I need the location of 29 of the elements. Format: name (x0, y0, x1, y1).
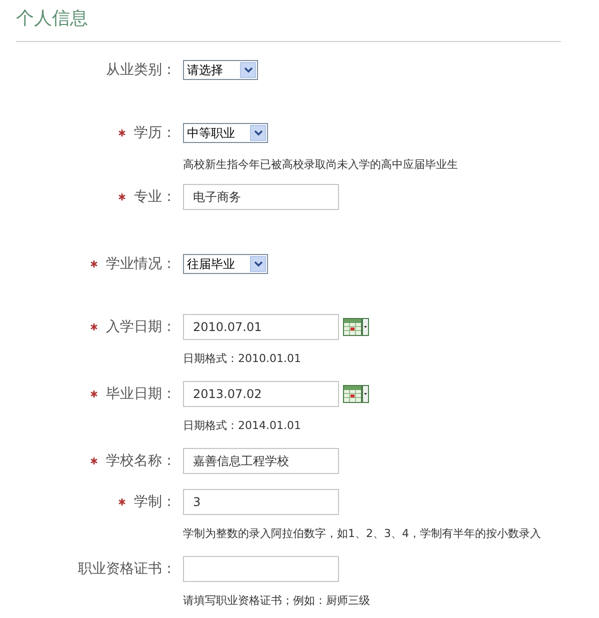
hint-text: 高校新生指今年已被高校录取尚未入学的高中应届毕业生 (183, 157, 459, 172)
field-label: 学业情况： (106, 255, 176, 273)
dropdown[interactable]: 往届毕业 (183, 254, 268, 274)
dropdown[interactable]: 请选择 (183, 60, 258, 80)
hint-text: 学制为整数的录入阿拉伯数字，如1、2、3、4，学制有半年的按小数录入 (183, 526, 542, 541)
dropdown[interactable]: 中等职业 (183, 123, 268, 143)
input-field[interactable]: 2010.07.01 (183, 314, 339, 340)
chevron-down-icon[interactable] (240, 62, 256, 78)
input-field[interactable]: 电子商务 (183, 184, 339, 210)
calendar-icon[interactable] (343, 318, 369, 336)
field-label: 职业资格证书： (78, 560, 176, 578)
field-label: 从业类别： (106, 61, 176, 79)
hint-text: 请填写职业资格证书；例如：厨师三级 (183, 593, 371, 608)
chevron-down-icon[interactable] (250, 256, 266, 272)
field-label: 学历： (134, 124, 176, 142)
chevron-down-icon[interactable] (250, 125, 266, 141)
hint-text: 日期格式：2010.01.01 (183, 351, 302, 366)
input-field[interactable]: 3 (183, 489, 339, 515)
field-label: 毕业日期： (106, 385, 176, 403)
input-field[interactable]: 嘉善信息工程学校 (183, 448, 339, 474)
calendar-icon[interactable] (343, 385, 369, 403)
field-label: 学制： (134, 493, 176, 511)
field-label: 专业： (134, 188, 176, 206)
field-label: 入学日期： (106, 318, 176, 336)
section-title: 个人信息 (16, 7, 88, 30)
field-label: 学校名称： (106, 452, 176, 470)
input-field[interactable]: 2013.07.02 (183, 381, 339, 407)
input-field[interactable] (183, 556, 339, 582)
hint-text: 日期格式：2014.01.01 (183, 418, 302, 433)
